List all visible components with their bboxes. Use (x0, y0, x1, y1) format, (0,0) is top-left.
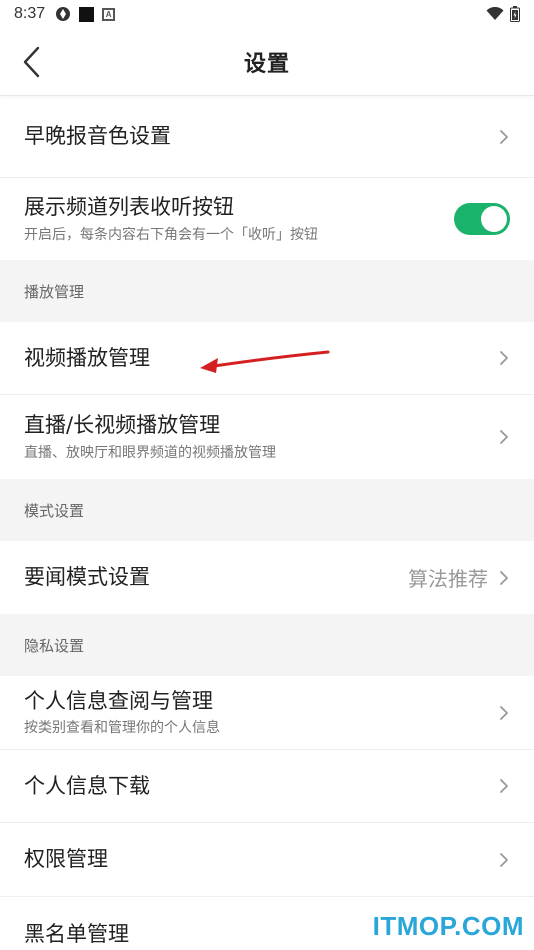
status-icons-right (486, 6, 520, 22)
row-live-long-video[interactable]: 直播/长视频播放管理 直播、放映厅和眼界频道的视频播放管理 (0, 395, 534, 479)
chevron-right-icon (500, 705, 508, 720)
settings-group-top: 早晚报音色设置 展示频道列表收听按钮 开启后，每条内容右下角会有一个「收听」按钮 (0, 96, 534, 260)
row-value: 算法推荐 (408, 567, 488, 591)
row-info-download[interactable]: 个人信息下载 (0, 750, 534, 823)
row-title: 早晚报音色设置 (24, 124, 171, 149)
wifi-icon (486, 7, 504, 20)
row-text: 个人信息查阅与管理 按类别查看和管理你的个人信息 (24, 688, 498, 737)
row-headline-mode[interactable]: 要闻模式设置 算法推荐 (0, 541, 534, 614)
settings-group-mode: 要闻模式设置 算法推荐 (0, 541, 534, 614)
chevron-right-icon (500, 570, 508, 585)
row-broadcast-voice[interactable]: 早晚报音色设置 (0, 96, 534, 178)
annotation-arrow-icon (200, 350, 330, 373)
row-title: 权限管理 (24, 847, 108, 872)
aperture-icon (56, 7, 71, 21)
row-title: 展示频道列表收听按钮 (24, 195, 234, 220)
row-text: 个人信息下载 (24, 773, 498, 799)
chevron-left-icon (23, 46, 40, 78)
settings-group-privacy: 个人信息查阅与管理 按类别查看和管理你的个人信息 个人信息下载 权限管理 黑名单… (0, 676, 534, 950)
chevron-right-icon (500, 779, 508, 793)
nav-bar: 设置 (0, 28, 534, 96)
chevron-right-icon (500, 852, 508, 867)
row-listen-button: 展示频道列表收听按钮 开启后，每条内容右下角会有一个「收听」按钮 (0, 178, 534, 260)
row-title: 个人信息查阅与管理 (24, 688, 213, 713)
section-header-privacy: 隐私设置 (0, 614, 534, 676)
row-text: 展示频道列表收听按钮 开启后，每条内容右下角会有一个「收听」按钮 (24, 194, 454, 243)
row-text: 直播/长视频播放管理 直播、放映厅和眼界频道的视频播放管理 (24, 412, 498, 461)
row-text: 权限管理 (24, 846, 498, 872)
watermark-logo: ITMOP.COM (372, 911, 524, 941)
row-subtitle: 按类别查看和管理你的个人信息 (24, 720, 220, 737)
row-personal-info[interactable]: 个人信息查阅与管理 按类别查看和管理你的个人信息 (0, 676, 534, 750)
chevron-right-icon (500, 430, 508, 444)
status-icons-left: A (55, 6, 116, 22)
chevron-right-icon (500, 129, 508, 144)
battery-icon (510, 6, 520, 22)
chevron-right-icon (500, 351, 508, 365)
row-text: 要闻模式设置 (24, 564, 408, 590)
listen-button-toggle[interactable] (454, 203, 510, 235)
row-title: 直播/长视频播放管理 (24, 413, 221, 438)
a-badge-icon: A (102, 7, 116, 21)
page-title: 设置 (243, 51, 290, 77)
row-title: 个人信息下载 (24, 773, 150, 798)
status-time: 8:37 (14, 5, 46, 22)
row-text: 早晚报音色设置 (24, 123, 498, 149)
section-header-mode: 模式设置 (0, 479, 534, 541)
row-permissions[interactable]: 权限管理 (0, 823, 534, 897)
row-title: 要闻模式设置 (24, 565, 150, 590)
back-button[interactable] (22, 28, 62, 96)
row-subtitle: 开启后，每条内容右下角会有一个「收听」按钮 (24, 226, 318, 243)
section-header-playback: 播放管理 (0, 260, 534, 322)
status-bar: 8:37 A (0, 0, 534, 28)
toggle-knob (481, 206, 507, 232)
black-square-icon (79, 6, 95, 22)
row-subtitle: 直播、放映厅和眼界频道的视频播放管理 (24, 444, 276, 461)
